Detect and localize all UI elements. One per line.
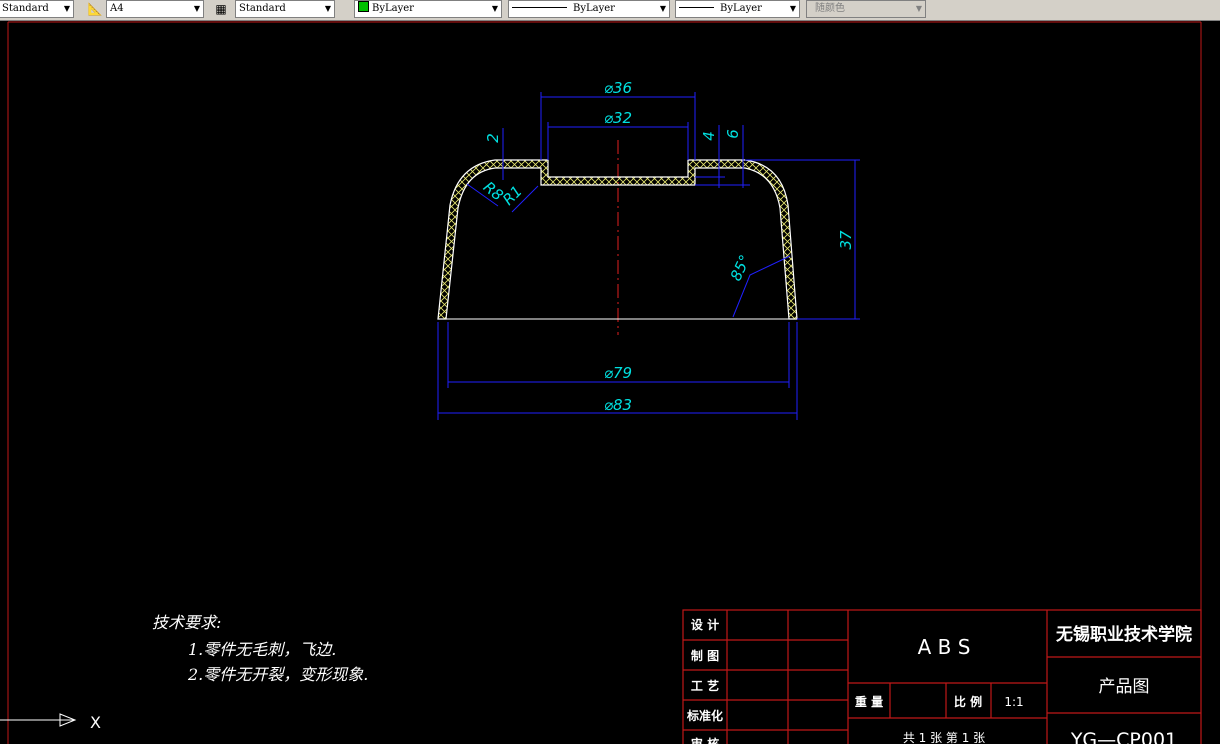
- drawing-number: YG—CP001: [1070, 729, 1177, 744]
- role-process: 工 艺: [691, 678, 719, 693]
- note-item: 2.零件无开裂，变形现象.: [187, 665, 368, 684]
- dim-t6: 6: [724, 129, 742, 139]
- school-name: 无锡职业技术学院: [1055, 624, 1192, 645]
- weight-label: 重 量: [855, 694, 883, 709]
- dim-d32: ⌀32: [604, 109, 632, 127]
- drawing-border: [7, 21, 1202, 744]
- ucs-x-label: X: [90, 713, 101, 732]
- dim-d83: ⌀83: [604, 396, 632, 414]
- drawing-name: 产品图: [1099, 677, 1150, 697]
- dim-d79: ⌀79: [604, 364, 632, 382]
- role-drafting: 制 图: [691, 648, 719, 663]
- technical-requirements: 技术要求: 1.零件无毛刺，飞边. 2.零件无开裂，变形现象.: [152, 613, 368, 684]
- role-review: 审 核: [691, 736, 719, 744]
- dim-t2: 2: [484, 133, 502, 143]
- sheet-count: 共 1 张 第 1 张: [903, 731, 985, 744]
- dim-d36: ⌀36: [604, 79, 632, 97]
- dim-h37: 37: [837, 230, 855, 250]
- role-standardization: 标准化: [686, 708, 723, 723]
- note-item: 1.零件无毛刺，飞边.: [188, 640, 336, 659]
- dimension-texts: ⌀36 ⌀32 ⌀79 ⌀83 37 2 4 6 R8 R1 85°: [480, 79, 855, 414]
- notes-title: 技术要求:: [152, 613, 221, 632]
- role-design: 设 计: [691, 617, 719, 632]
- drawing-canvas[interactable]: ⌀36 ⌀32 ⌀79 ⌀83 37 2 4 6 R8 R1 85° 技术要求:…: [0, 0, 1220, 744]
- scale-value: 1:1: [1004, 695, 1023, 709]
- dim-angle: 85°: [727, 252, 755, 284]
- title-block: 设 计 制 图 工 艺 标准化 审 核 重 量 比 例 1:1 共 1 张 第 …: [682, 609, 1202, 744]
- ucs-icon: [0, 713, 77, 727]
- dim-r1: R1: [499, 182, 526, 209]
- material: A B S: [918, 635, 971, 659]
- scale-label: 比 例: [954, 694, 982, 709]
- dim-t4: 4: [700, 131, 718, 141]
